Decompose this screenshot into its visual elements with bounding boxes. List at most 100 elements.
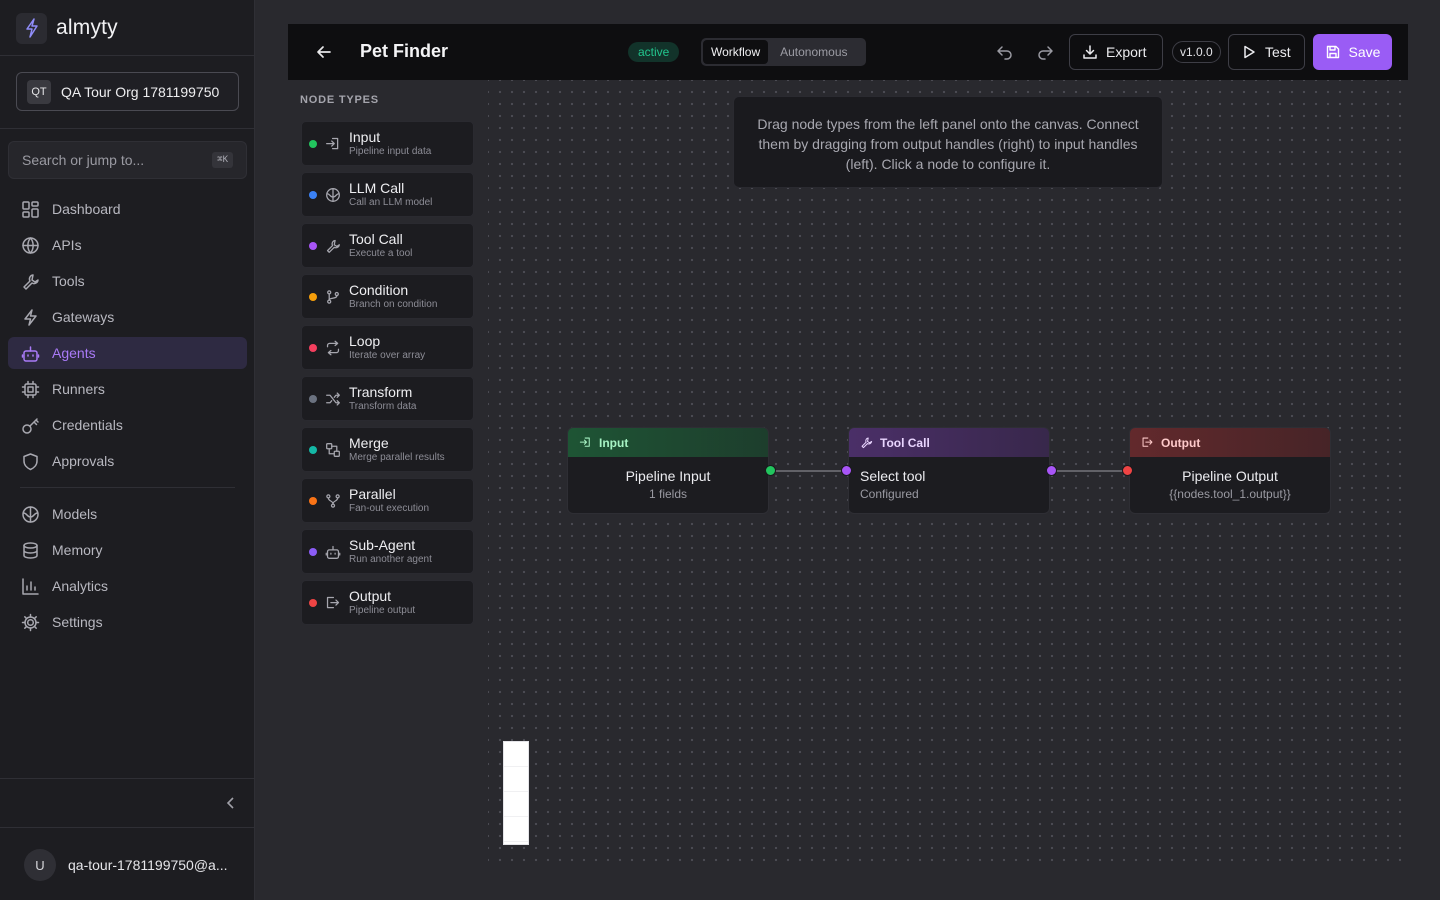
node-tool-call[interactable]: Tool Call Select tool Configured [848, 427, 1050, 514]
save-button[interactable]: Save [1313, 34, 1392, 70]
palette-item-name: Tool Call [349, 231, 403, 247]
palette-item-text: Condition Branch on condition [349, 283, 437, 310]
palette-item-text: Input Pipeline input data [349, 130, 431, 157]
sidebar-item-dashboard[interactable]: Dashboard [8, 193, 247, 225]
chart-icon [22, 577, 39, 595]
save-label: Save [1348, 44, 1381, 60]
node-title: Select tool [860, 468, 926, 484]
merge-icon [326, 442, 340, 457]
minimap[interactable] [503, 741, 529, 845]
node-header: Input [568, 428, 768, 457]
sidebar-item-agents[interactable]: Agents [8, 337, 247, 369]
loop-icon-wrap [325, 340, 341, 356]
minimap-cell [504, 767, 528, 792]
status-badge: active [628, 42, 680, 62]
page-title: Pet Finder [360, 41, 449, 61]
sidebar-item-label: Tools [52, 273, 85, 289]
sidebar-item-approvals[interactable]: Approvals [8, 445, 247, 477]
input-handle[interactable] [841, 465, 852, 476]
sidebar-item-runners[interactable]: Runners [8, 373, 247, 405]
palette-item-text: Merge Merge parallel results [349, 436, 445, 463]
palette-item-name: Loop [349, 333, 381, 349]
node-output[interactable]: Output Pipeline Output {{nodes.tool_1.outp… [1129, 427, 1331, 514]
avatar: U [24, 849, 56, 881]
sidebar-item-memory[interactable]: Memory [8, 534, 247, 566]
input-icon-wrap [325, 136, 341, 152]
sidebar-divider [0, 778, 255, 779]
node-type-label: Tool Call [880, 435, 930, 450]
palette-item-input[interactable]: Input Pipeline input data [301, 121, 474, 166]
test-label: Test [1265, 44, 1291, 60]
node-type-label: Output [1161, 435, 1201, 450]
mode-autonomous-button[interactable]: Autonomous [772, 40, 855, 64]
org-switcher[interactable]: QT QA Tour Org 1781199750 [16, 72, 239, 111]
palette-item-parallel[interactable]: Parallel Fan-out execution [301, 478, 474, 523]
redo-button[interactable] [1035, 42, 1055, 62]
mode-workflow-button[interactable]: Workflow [703, 40, 769, 64]
palette-item-tool-call[interactable]: Tool Call Execute a tool [301, 223, 474, 268]
input-icon [579, 437, 590, 447]
node-header: Output [1130, 428, 1330, 457]
sidebar-item-credentials[interactable]: Credentials [8, 409, 247, 441]
sidebar-item-models[interactable]: Models [8, 498, 247, 530]
node-color-dot [309, 292, 317, 301]
save-icon [1326, 45, 1339, 59]
user-email: qa-tour-1781199750@a... [68, 857, 228, 873]
globe-icon [22, 236, 39, 254]
node-subtitle: 1 fields [648, 487, 688, 501]
palette-item-output[interactable]: Output Pipeline output [301, 580, 474, 625]
node-body: Select tool Configured [849, 457, 1049, 500]
brain-icon [326, 187, 340, 202]
minimap-cell [504, 792, 528, 817]
node-type-label: Input [599, 435, 629, 450]
palette-item-text: Sub-Agent Run another agent [349, 538, 432, 565]
test-button[interactable]: Test [1228, 34, 1305, 70]
minimap-cell [504, 817, 528, 842]
palette-item-llm-call[interactable]: LLM Call Call an LLM model [301, 172, 474, 217]
sidebar-item-label: Models [52, 506, 98, 522]
output-handle[interactable] [765, 465, 776, 476]
sidebar-item-tools[interactable]: Tools [8, 265, 247, 297]
back-button[interactable] [314, 42, 334, 62]
undo-icon [997, 46, 1012, 60]
palette-item-desc: Pipeline output [349, 605, 416, 616]
sidebar-item-label: Agents [52, 345, 96, 361]
dashboard-icon [22, 200, 39, 218]
sidebar-item-analytics[interactable]: Analytics [8, 570, 247, 602]
palette-item-transform[interactable]: Transform Transform data [301, 376, 474, 421]
node-input[interactable]: Input Pipeline Input 1 fields [567, 427, 769, 514]
node-title: Pipeline Output [1182, 468, 1278, 484]
palette-item-desc: Pipeline input data [349, 146, 432, 157]
collapse-sidebar-button[interactable] [222, 794, 240, 812]
palette-item-name: Condition [349, 282, 409, 298]
search-placeholder: Search or jump to... [22, 152, 145, 168]
sidebar-item-apis[interactable]: APIs [8, 229, 247, 261]
export-button[interactable]: Export [1069, 34, 1163, 70]
input-handle[interactable] [1122, 465, 1133, 476]
palette-item-condition[interactable]: Condition Branch on condition [301, 274, 474, 319]
palette-item-desc: Iterate over array [349, 350, 426, 361]
sidebar-item-gateways[interactable]: Gateways [8, 301, 247, 333]
palette-item-merge[interactable]: Merge Merge parallel results [301, 427, 474, 472]
undo-button[interactable] [995, 42, 1015, 62]
output-icon [326, 596, 340, 608]
canvas-hint: Drag node types from the left panel onto… [733, 96, 1163, 188]
brand[interactable]: almyty [16, 12, 118, 44]
sidebar-item-settings[interactable]: Settings [8, 606, 247, 638]
output-icon [1142, 437, 1153, 447]
node-color-dot [309, 394, 317, 403]
brain-icon [22, 505, 39, 523]
palette-item-name: Output [349, 588, 392, 604]
palette-item-sub-agent[interactable]: Sub-Agent Run another agent [301, 529, 474, 574]
search-input[interactable]: Search or jump to... ⌘K [8, 141, 247, 179]
output-handle[interactable] [1046, 465, 1057, 476]
palette-item-name: Input [349, 129, 381, 145]
shuffle-icon-wrap [325, 391, 341, 407]
version-badge[interactable]: v1.0.0 [1172, 41, 1221, 63]
palette-item-desc: Fan-out execution [349, 503, 430, 514]
user-menu[interactable]: U qa-tour-1781199750@a... [24, 849, 228, 881]
sidebar: almyty QT QA Tour Org 1781199750 Search … [0, 0, 255, 900]
sidebar-divider [0, 55, 255, 56]
palette-item-name: LLM Call [349, 180, 405, 196]
palette-item-loop[interactable]: Loop Iterate over array [301, 325, 474, 370]
